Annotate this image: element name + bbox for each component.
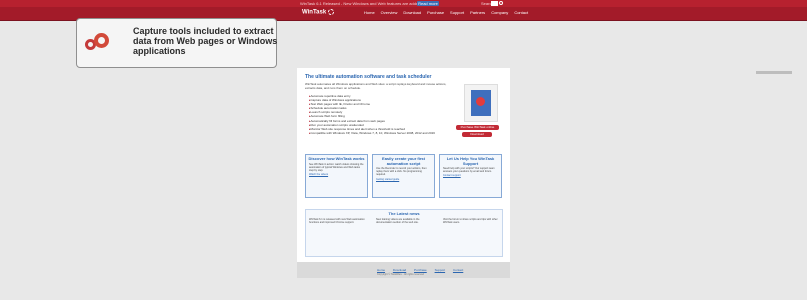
copyright: Copyright © TaskWare - All rights reserv…	[377, 273, 424, 276]
gear-logo-icon	[328, 9, 335, 15]
footer-link[interactable]: Download	[393, 268, 406, 272]
column-title: Discover how WinTask works	[308, 156, 365, 161]
column-link[interactable]: Getting started guide	[376, 178, 431, 181]
news-title: The Latest news	[388, 211, 420, 216]
news-section: The Latest news WinTask 6.1 is released …	[305, 209, 503, 257]
logo-text: WinTask	[302, 9, 327, 16]
purchase-button[interactable]: Purchase WinTask online	[456, 125, 499, 130]
nav-overview[interactable]: Overview	[381, 10, 398, 15]
footer-link[interactable]: Contact	[453, 268, 463, 272]
nav-company[interactable]: Company	[491, 10, 508, 15]
large-gear-icon	[94, 33, 109, 48]
nav-purchase[interactable]: Purchase	[427, 10, 444, 15]
feature-list: Automate repetitive data entry Capture d…	[309, 94, 459, 135]
nav-contact[interactable]: Contact	[514, 10, 528, 15]
column-first-script: Easily create your first automation scri…	[372, 154, 435, 198]
search-input[interactable]	[491, 1, 498, 6]
footer-link[interactable]: Home	[377, 268, 385, 272]
footer-links: Home Download Purchase Support Contact	[377, 268, 470, 272]
page-title: The ultimate automation software and tas…	[305, 74, 432, 80]
side-badge[interactable]	[756, 71, 792, 74]
download-button[interactable]: Download	[462, 132, 492, 137]
nav-support[interactable]: Support	[450, 10, 464, 15]
nav-partners[interactable]: Partners	[470, 10, 485, 15]
news-item[interactable]: WinTask 6.1 is released with new Web aut…	[309, 218, 367, 225]
top-announcement-bar: WinTask 6.1 Released - New Windows and W…	[0, 0, 807, 7]
search-icon[interactable]	[499, 1, 503, 5]
column-discover: Discover how WinTask works See WinTask i…	[305, 154, 368, 198]
product-box-image	[464, 84, 498, 122]
column-support: Let Us Help You WinTask Support Need hel…	[439, 154, 502, 198]
news-item[interactable]: Visit the forum to share scripts and tip…	[443, 218, 501, 225]
nav-download[interactable]: Download	[403, 10, 421, 15]
nav-menu: Home Overview Download Purchase Support …	[364, 10, 534, 15]
column-title: Let Us Help You WinTask Support	[446, 156, 495, 166]
column-text: Need help with your scripts? Our support…	[443, 167, 495, 174]
announcement-text: WinTask 6.1 Released - New Windows and W…	[300, 1, 421, 6]
main-content: The ultimate automation software and tas…	[297, 68, 510, 277]
footer-link[interactable]: Purchase	[414, 268, 427, 272]
feature-columns: Discover how WinTask works See WinTask i…	[305, 154, 503, 198]
column-title: Easily create your first automation scri…	[382, 156, 425, 166]
column-link[interactable]: Watch the videos	[309, 173, 364, 176]
site-logo[interactable]: WinTask	[302, 9, 335, 16]
footer-link[interactable]: Support	[435, 268, 446, 272]
column-link[interactable]: Contact support	[443, 174, 498, 177]
intro-text: WinTask automates all Windows applicatio…	[305, 82, 447, 90]
nav-home[interactable]: Home	[364, 10, 375, 15]
banner-text: Capture tools included to extract data f…	[133, 26, 278, 56]
read-more-button[interactable]: Read more	[417, 1, 439, 6]
news-item[interactable]: New training videos are available in the…	[376, 218, 434, 225]
feature-item: Compatible with Windows XP, Vista, Windo…	[309, 131, 459, 135]
column-text: See WinTask in action: watch videos show…	[309, 162, 364, 172]
column-text: Use the Recorder to record your actions,…	[376, 167, 427, 177]
capture-tools-banner[interactable]: Capture tools included to extract data f…	[76, 18, 277, 68]
